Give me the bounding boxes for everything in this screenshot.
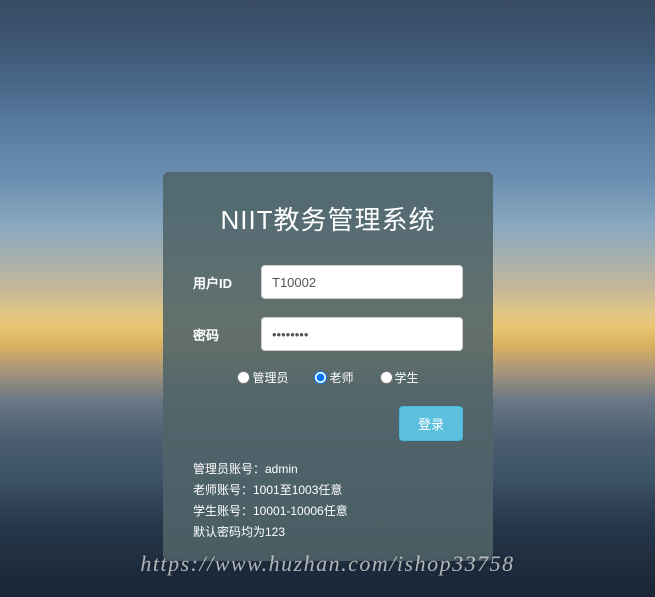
hint-default-pw: 默认密码均为123 (193, 522, 463, 543)
role-admin-radio[interactable] (237, 371, 250, 384)
hint-student: 学生账号：10001-10006任意 (193, 501, 463, 522)
login-button[interactable]: 登录 (399, 406, 463, 441)
page-title: NIIT教务管理系统 (193, 200, 463, 237)
role-student[interactable]: 学生 (380, 369, 419, 386)
role-teacher-label: 老师 (329, 369, 353, 386)
userid-label: 用户ID (193, 273, 261, 292)
login-panel: NIIT教务管理系统 用户ID 密码 管理员 老师 学生 登录 管理员账号：ad… (163, 172, 493, 561)
role-teacher[interactable]: 老师 (314, 369, 353, 386)
role-admin[interactable]: 管理员 (237, 369, 288, 386)
role-radio-group: 管理员 老师 学生 (193, 369, 463, 386)
role-student-label: 学生 (395, 369, 419, 386)
password-label: 密码 (193, 325, 261, 344)
role-admin-label: 管理员 (252, 369, 288, 386)
role-student-radio[interactable] (380, 371, 393, 384)
hint-admin: 管理员账号：admin (193, 459, 463, 480)
userid-input[interactable] (261, 265, 463, 299)
userid-row: 用户ID (193, 265, 463, 299)
button-row: 登录 (193, 406, 463, 441)
password-input[interactable] (261, 317, 463, 351)
password-row: 密码 (193, 317, 463, 351)
watermark-text: https://www.huzhan.com/ishop33758 (0, 551, 655, 577)
hint-teacher: 老师账号：1001至1003任意 (193, 480, 463, 501)
hints-block: 管理员账号：admin 老师账号：1001至1003任意 学生账号：10001-… (193, 459, 463, 543)
role-teacher-radio[interactable] (314, 371, 327, 384)
